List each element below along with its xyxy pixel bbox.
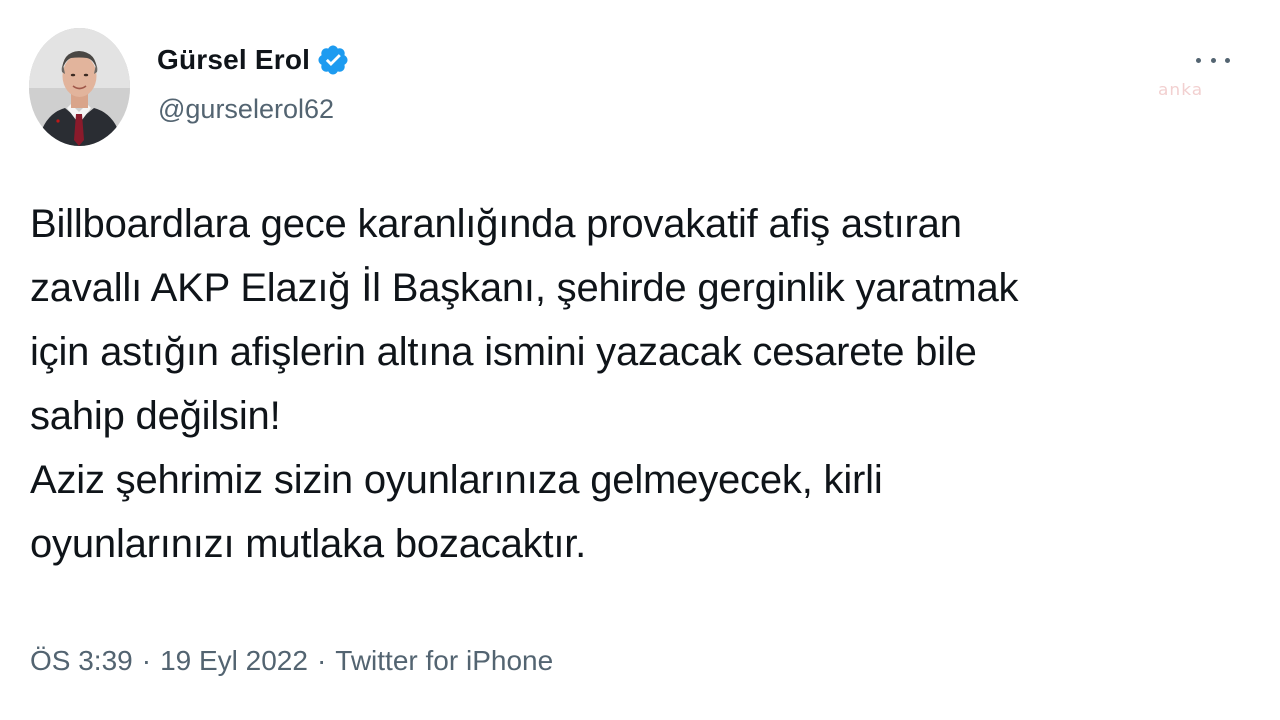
author-display-name[interactable]: Gürsel Erol xyxy=(157,44,310,76)
tweet-text-line: Aziz şehrimiz sizin oyunlarınıza gelmeye… xyxy=(30,458,883,502)
avatar-image xyxy=(29,28,130,146)
author-handle[interactable]: @gurselerol62 xyxy=(158,94,334,125)
tweet-text-line: sahip değilsin! xyxy=(30,394,281,438)
tweet-card: anka Gürsel Erol @gurselerol62 Billboard… xyxy=(0,0,1280,720)
tweet-meta: ÖS 3:39 · 19 Eyl 2022 · Twitter for iPho… xyxy=(30,645,553,677)
tweet-time[interactable]: ÖS 3:39 xyxy=(30,645,133,677)
tweet-text-line: için astığın afişlerin altına ismini yaz… xyxy=(30,330,977,374)
tweet-text: Billboardlara gece karanlığında provakat… xyxy=(30,192,1250,576)
author-name-row: Gürsel Erol xyxy=(157,40,350,80)
tweet-date[interactable]: 19 Eyl 2022 xyxy=(160,645,308,677)
meta-separator: · xyxy=(316,645,327,676)
avatar[interactable] xyxy=(29,28,130,146)
tweet-text-line: Billboardlara gece karanlığında provakat… xyxy=(30,202,962,246)
verified-badge-icon xyxy=(316,43,350,77)
tweet-text-line: oyunlarınızı mutlaka bozacaktır. xyxy=(30,522,587,566)
watermark: anka xyxy=(1158,80,1204,100)
more-dot xyxy=(1225,57,1230,63)
tweet-source-link[interactable]: Twitter for iPhone xyxy=(335,645,553,677)
tweet-text-line: zavallı AKP Elazığ İl Başkanı, şehirde g… xyxy=(30,266,1019,310)
more-dot xyxy=(1210,57,1216,63)
meta-separator: · xyxy=(141,645,152,676)
more-dot xyxy=(1196,57,1201,63)
more-options-icon[interactable] xyxy=(1196,46,1230,74)
